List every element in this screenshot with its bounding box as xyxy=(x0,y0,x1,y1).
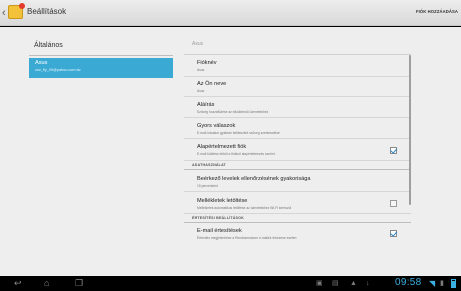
setting-signature[interactable]: Aláírás Szöveg hozzáfűzése az elküldendő… xyxy=(184,97,411,118)
accounts-pane: Általános Asus zoz_fly_09@yahoo.com.tw xyxy=(21,27,173,276)
setting-default-account[interactable]: Alapértelmezett fiók E-mail küldése ebbő… xyxy=(184,139,411,161)
setting-title: Alapértelmezett fiók xyxy=(197,144,247,150)
action-bar: ‹ Beállítások FIÓK HOZZÁADÁSA xyxy=(0,0,461,26)
setting-subtitle: Értesítés megjelenítése a Rendszersávon … xyxy=(197,236,297,240)
home-icon[interactable]: ⌂ xyxy=(44,278,49,289)
account-settings-pane: Asus Fióknév Asus Az Ön neve Asus Aláírá… xyxy=(184,27,411,276)
mail-app-icon[interactable] xyxy=(8,3,25,19)
recent-apps-icon[interactable]: ❐ xyxy=(75,278,83,289)
setting-title: Gyors válaszok xyxy=(197,123,236,129)
page-title: Beállítások xyxy=(27,7,67,16)
email-notifications-checkbox[interactable] xyxy=(390,230,397,237)
default-account-checkbox[interactable] xyxy=(390,147,397,154)
setting-inbox-check-frequency[interactable]: Beérkező levelek ellenőrzésének gyakoris… xyxy=(184,170,411,192)
divider xyxy=(29,55,173,56)
section-header-data-usage: ADATHASZNÁLAT xyxy=(184,161,411,170)
setting-title: E-mail értesítések xyxy=(197,228,242,234)
signal-icon: ▮ xyxy=(440,280,444,287)
settings-list: Fióknév Asus Az Ön neve Asus Aláírás Szö… xyxy=(184,55,411,244)
setting-title: Mellékletek letöltése xyxy=(197,198,248,204)
usb-icon[interactable]: ↓ xyxy=(366,279,370,288)
scrollbar[interactable] xyxy=(409,55,411,205)
account-name: Asus xyxy=(35,60,48,66)
setting-subtitle: Szöveg hozzáfűzése az elküldendő üzenete… xyxy=(197,110,269,114)
download-attachments-checkbox[interactable] xyxy=(390,200,397,207)
setting-subtitle: E-mail írásakor gyakran beilleszteít szö… xyxy=(197,131,280,135)
setting-subtitle: 15 percenként xyxy=(197,184,218,188)
setting-subtitle: E-mail küldése ebből a fiókból alapértel… xyxy=(197,152,275,156)
account-settings-header: Asus xyxy=(192,41,204,47)
setting-title: Beérkező levelek ellenőrzésének gyakoris… xyxy=(197,176,311,182)
section-header-notifications: ÉRTESÍTÉSI BEÁLLÍTÁSOK xyxy=(184,214,411,223)
setting-subtitle: Mellékletek automatikus letöltése az üze… xyxy=(197,206,292,210)
setting-title: Az Ön neve xyxy=(197,81,227,87)
clock[interactable]: 09:58 xyxy=(395,277,422,288)
system-bar: ↩ ⌂ ❐ ▣ ▤ ▲ ↓ 09:58 ◥ ▮ xyxy=(0,276,461,291)
back-icon[interactable]: ↩ xyxy=(14,278,22,289)
battery-icon xyxy=(451,279,456,288)
setting-download-attachments[interactable]: Mellékletek letöltése Mellékletek automa… xyxy=(184,192,411,214)
setting-account-name[interactable]: Fióknév Asus xyxy=(184,55,411,77)
warning-icon[interactable]: ▲ xyxy=(350,279,357,288)
screenshot-icon[interactable]: ▣ xyxy=(316,279,323,288)
gallery-icon[interactable]: ▤ xyxy=(332,279,339,288)
back-chevron-icon[interactable]: ‹ xyxy=(2,6,6,20)
add-account-button[interactable]: FIÓK HOZZÁADÁSA xyxy=(416,9,458,14)
general-header[interactable]: Általános xyxy=(34,42,63,49)
section-label: ÉRTESÍTÉSI BEÁLLÍTÁSOK xyxy=(192,216,244,220)
setting-your-name[interactable]: Az Ön neve Asus xyxy=(184,77,411,97)
setting-quick-responses[interactable]: Gyors válaszok E-mail írásakor gyakran b… xyxy=(184,118,411,139)
setting-subtitle: Asus xyxy=(197,68,205,72)
setting-email-notifications[interactable]: E-mail értesítések Értesítés megjeleníté… xyxy=(184,223,411,244)
settings-content: Általános Asus zoz_fly_09@yahoo.com.tw A… xyxy=(0,27,461,276)
setting-subtitle: Asus xyxy=(197,89,205,93)
wifi-icon: ◥ xyxy=(429,279,436,288)
section-label: ADATHASZNÁLAT xyxy=(192,163,227,167)
setting-title: Aláírás xyxy=(197,102,215,108)
setting-title: Fióknév xyxy=(197,60,217,66)
account-email: zoz_fly_09@yahoo.com.tw xyxy=(35,68,81,72)
account-item-selected[interactable]: Asus zoz_fly_09@yahoo.com.tw xyxy=(29,58,173,78)
